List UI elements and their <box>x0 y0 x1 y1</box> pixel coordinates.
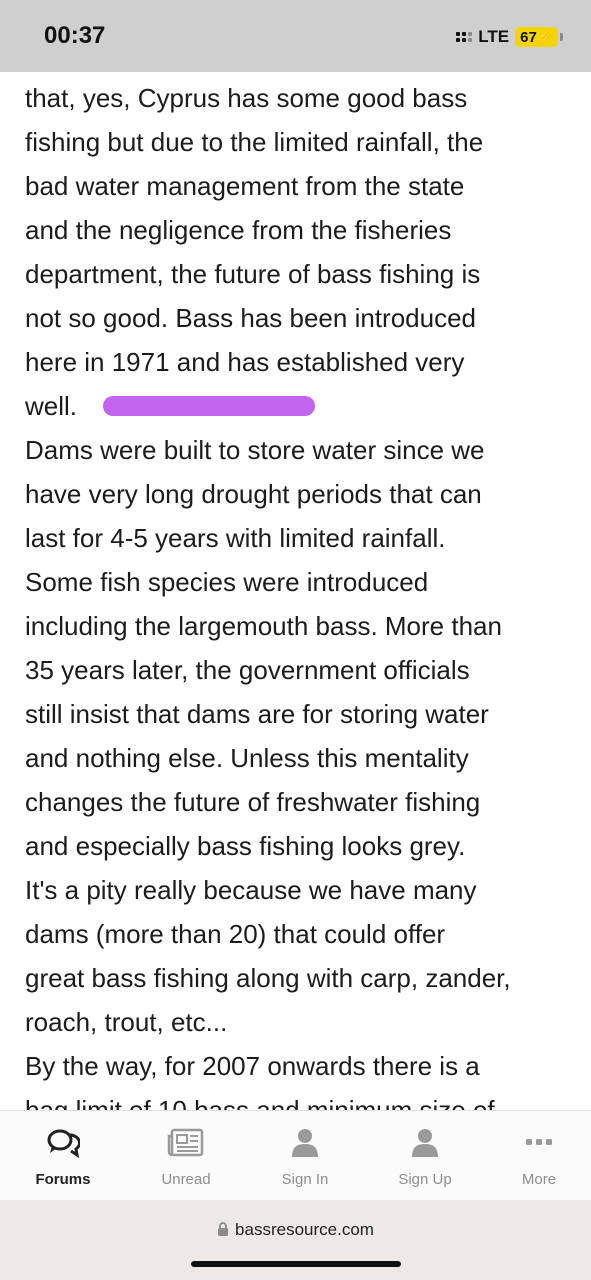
charging-bolt-icon: ⚡ <box>537 29 554 44</box>
home-indicator[interactable] <box>191 1261 401 1267</box>
lock-icon <box>218 1222 229 1236</box>
status-time: 00:37 <box>44 22 106 49</box>
cellular-signal-icon <box>456 32 473 42</box>
text-line: Dams were built to store water since we <box>25 435 485 465</box>
text-line: that, yes, Cyprus has some good bass <box>25 83 468 113</box>
text-line: 35 years later, the government officials <box>25 655 470 685</box>
url-text: bassresource.com <box>235 1220 374 1239</box>
text-line: well. <box>25 391 78 421</box>
nav-unread[interactable]: Unread <box>131 1127 241 1188</box>
text-line: dams (more than 20) that could offer <box>25 919 446 949</box>
nav-label: Sign In <box>281 1171 329 1188</box>
text-line: fishing but due to the limited rainfall,… <box>25 127 484 157</box>
nav-forums[interactable]: Forums <box>8 1127 118 1188</box>
nav-label: More <box>521 1171 557 1188</box>
status-bar: 00:37 LTE 67 ⚡ <box>0 0 591 72</box>
url-display[interactable]: bassresource.com <box>0 1220 591 1240</box>
text-line: and the negligence from the fisheries <box>25 215 452 245</box>
text-line: not so good. Bass has been introduced <box>25 303 476 333</box>
network-type: LTE <box>478 27 510 46</box>
text-line: changes the future of freshwater fishing <box>25 787 481 817</box>
text-line: here in 1971 and has established very <box>25 347 465 377</box>
text-line: still insist that dams are for storing w… <box>25 699 489 729</box>
text-line: and especially bass fishing looks grey. <box>25 831 466 861</box>
text-line: last for 4-5 years with limited rainfall… <box>25 523 446 553</box>
battery-icon: 67 ⚡ <box>515 27 558 47</box>
text-line: roach, trout, etc... <box>25 1007 228 1037</box>
nav-label: Unread <box>161 1171 211 1188</box>
user-plus-icon <box>412 1129 438 1157</box>
nav-sign-in[interactable]: Sign In <box>250 1127 360 1188</box>
bottom-nav: Forums Unread Sign In Sign Up More <box>0 1110 591 1201</box>
nav-sign-up[interactable]: Sign Up <box>370 1127 480 1188</box>
battery-level: 67 <box>520 28 537 46</box>
redaction-highlight-mark <box>103 396 316 417</box>
user-icon <box>292 1129 318 1157</box>
more-dots-icon <box>526 1139 552 1145</box>
text-line: department, the future of bass fishing i… <box>25 259 481 289</box>
nav-more[interactable]: More <box>484 1127 591 1188</box>
post-content: that, yes, Cyprus has some good bass fis… <box>25 76 570 1110</box>
text-line: Some fish species were introduced <box>25 567 429 597</box>
status-indicators: LTE 67 ⚡ <box>456 26 563 48</box>
text-line: By the way, for 2007 onwards there is a <box>25 1051 480 1081</box>
newspaper-icon <box>167 1128 204 1157</box>
text-line: and nothing else. Unless this mentality <box>25 743 469 773</box>
text-line: bad water management from the state <box>25 171 465 201</box>
browser-url-bar[interactable]: bassresource.com <box>0 1200 591 1280</box>
nav-label: Sign Up <box>398 1171 452 1188</box>
battery-cap <box>560 33 563 41</box>
text-line: including the largemouth bass. More than <box>25 611 502 641</box>
nav-label: Forums <box>35 1171 91 1188</box>
text-line: It's a pity really because we have many <box>25 875 477 905</box>
text-line: have very long drought periods that can <box>25 479 482 509</box>
text-line: great bass fishing along with carp, zand… <box>25 963 511 993</box>
post-text: that, yes, Cyprus has some good bass fis… <box>25 76 570 1110</box>
text-line: bag limit of 10 bass and minimum size of <box>25 1095 495 1110</box>
forums-icon <box>47 1129 80 1159</box>
text-line-with-highlight: well. <box>25 384 570 428</box>
